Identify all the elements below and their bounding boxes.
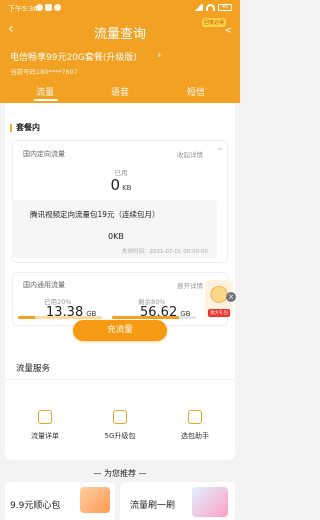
- directed-used-amount: 0 KB: [13, 176, 229, 194]
- close-ad-icon[interactable]: ×: [226, 292, 236, 302]
- nav-bar: ‹ 流量查询 回家必得 <: [0, 18, 240, 42]
- chevron-up-icon[interactable]: ⌃: [217, 147, 222, 155]
- tab-voice[interactable]: 语音: [111, 85, 129, 98]
- gift-icon: [113, 410, 127, 424]
- directed-used-value: 0: [110, 176, 121, 194]
- tab-traffic[interactable]: 流量: [36, 85, 54, 98]
- status-time: 下午5:36: [8, 5, 38, 13]
- notification-icon: [36, 4, 43, 11]
- recommend-title: — 为您推荐 —: [93, 469, 147, 478]
- status-right: 45: [193, 4, 232, 11]
- used-progress-bar: [18, 316, 102, 319]
- service-label: 流量详单: [31, 432, 59, 440]
- service-usage-details[interactable]: 流量详单: [10, 410, 80, 441]
- service-label: 5G升级包: [104, 432, 136, 440]
- chevron-right-icon[interactable]: ›: [157, 48, 161, 61]
- section-title: 套餐内: [10, 122, 40, 133]
- plan-name[interactable]: 电信畅享99元20G套餐(升级版): [10, 50, 137, 63]
- tab-sms[interactable]: 短信: [187, 85, 205, 98]
- tab-bar: 流量 语音 短信: [0, 83, 240, 103]
- used-progress-fill: [18, 316, 35, 319]
- list-icon: [38, 410, 52, 424]
- section-title-text: 套餐内: [16, 123, 40, 132]
- remaining-progress-fill: [112, 316, 180, 319]
- status-bar: 下午5:36 45: [0, 0, 240, 18]
- wechat-icon: [54, 4, 61, 11]
- phone-number: 当前号码180****7607: [10, 68, 78, 76]
- general-traffic-label: 国内通用流量: [23, 281, 65, 289]
- promo-badge[interactable]: 回家必得: [201, 18, 226, 27]
- directed-package-expiry: 失效时间：2021-07-01 00:00:00: [122, 249, 208, 255]
- signal-icon: [193, 4, 203, 11]
- assistant-icon: [188, 410, 202, 424]
- floating-ad-tag[interactable]: 领大礼包: [208, 309, 230, 317]
- remaining-progress-bar: [112, 316, 196, 319]
- service-package-assistant[interactable]: 选包助手: [160, 410, 230, 441]
- message-icon: [45, 4, 52, 11]
- wifi-icon: [206, 4, 215, 11]
- directed-package-name: 腾讯视频定向流量包19元（连续包月）: [30, 210, 160, 219]
- services-title: 流量服务: [16, 364, 51, 374]
- expand-details-toggle[interactable]: 展开详情: [177, 280, 203, 290]
- service-5g-upgrade[interactable]: 5G升级包: [85, 410, 155, 441]
- collapse-details-toggle[interactable]: 收起详情: [177, 149, 203, 159]
- recommend-card-2-image: [192, 487, 228, 517]
- recommend-card-1-name: 9.9元顺心包: [10, 501, 61, 511]
- share-icon[interactable]: <: [224, 26, 232, 36]
- watermark: 头条@风闻程程: [138, 508, 181, 515]
- directed-traffic-label: 国内定向流量: [23, 150, 65, 158]
- service-label: 选包助手: [181, 432, 209, 440]
- battery-icon: 45: [218, 4, 232, 11]
- section-marker: [10, 123, 12, 132]
- directed-package-value: 0KB: [108, 232, 124, 241]
- recharge-button[interactable]: 充流量: [73, 320, 167, 341]
- directed-used-unit: KB: [122, 184, 132, 192]
- active-tab-indicator: [34, 99, 58, 101]
- services-divider: [5, 379, 235, 380]
- notification-icons: [36, 4, 61, 11]
- header-banner: 下午5:36 45 ‹ 流量查询 回家必得 < 电信畅享99元20G套餐(升级版…: [0, 0, 240, 103]
- recommend-card-1-image: [80, 487, 110, 513]
